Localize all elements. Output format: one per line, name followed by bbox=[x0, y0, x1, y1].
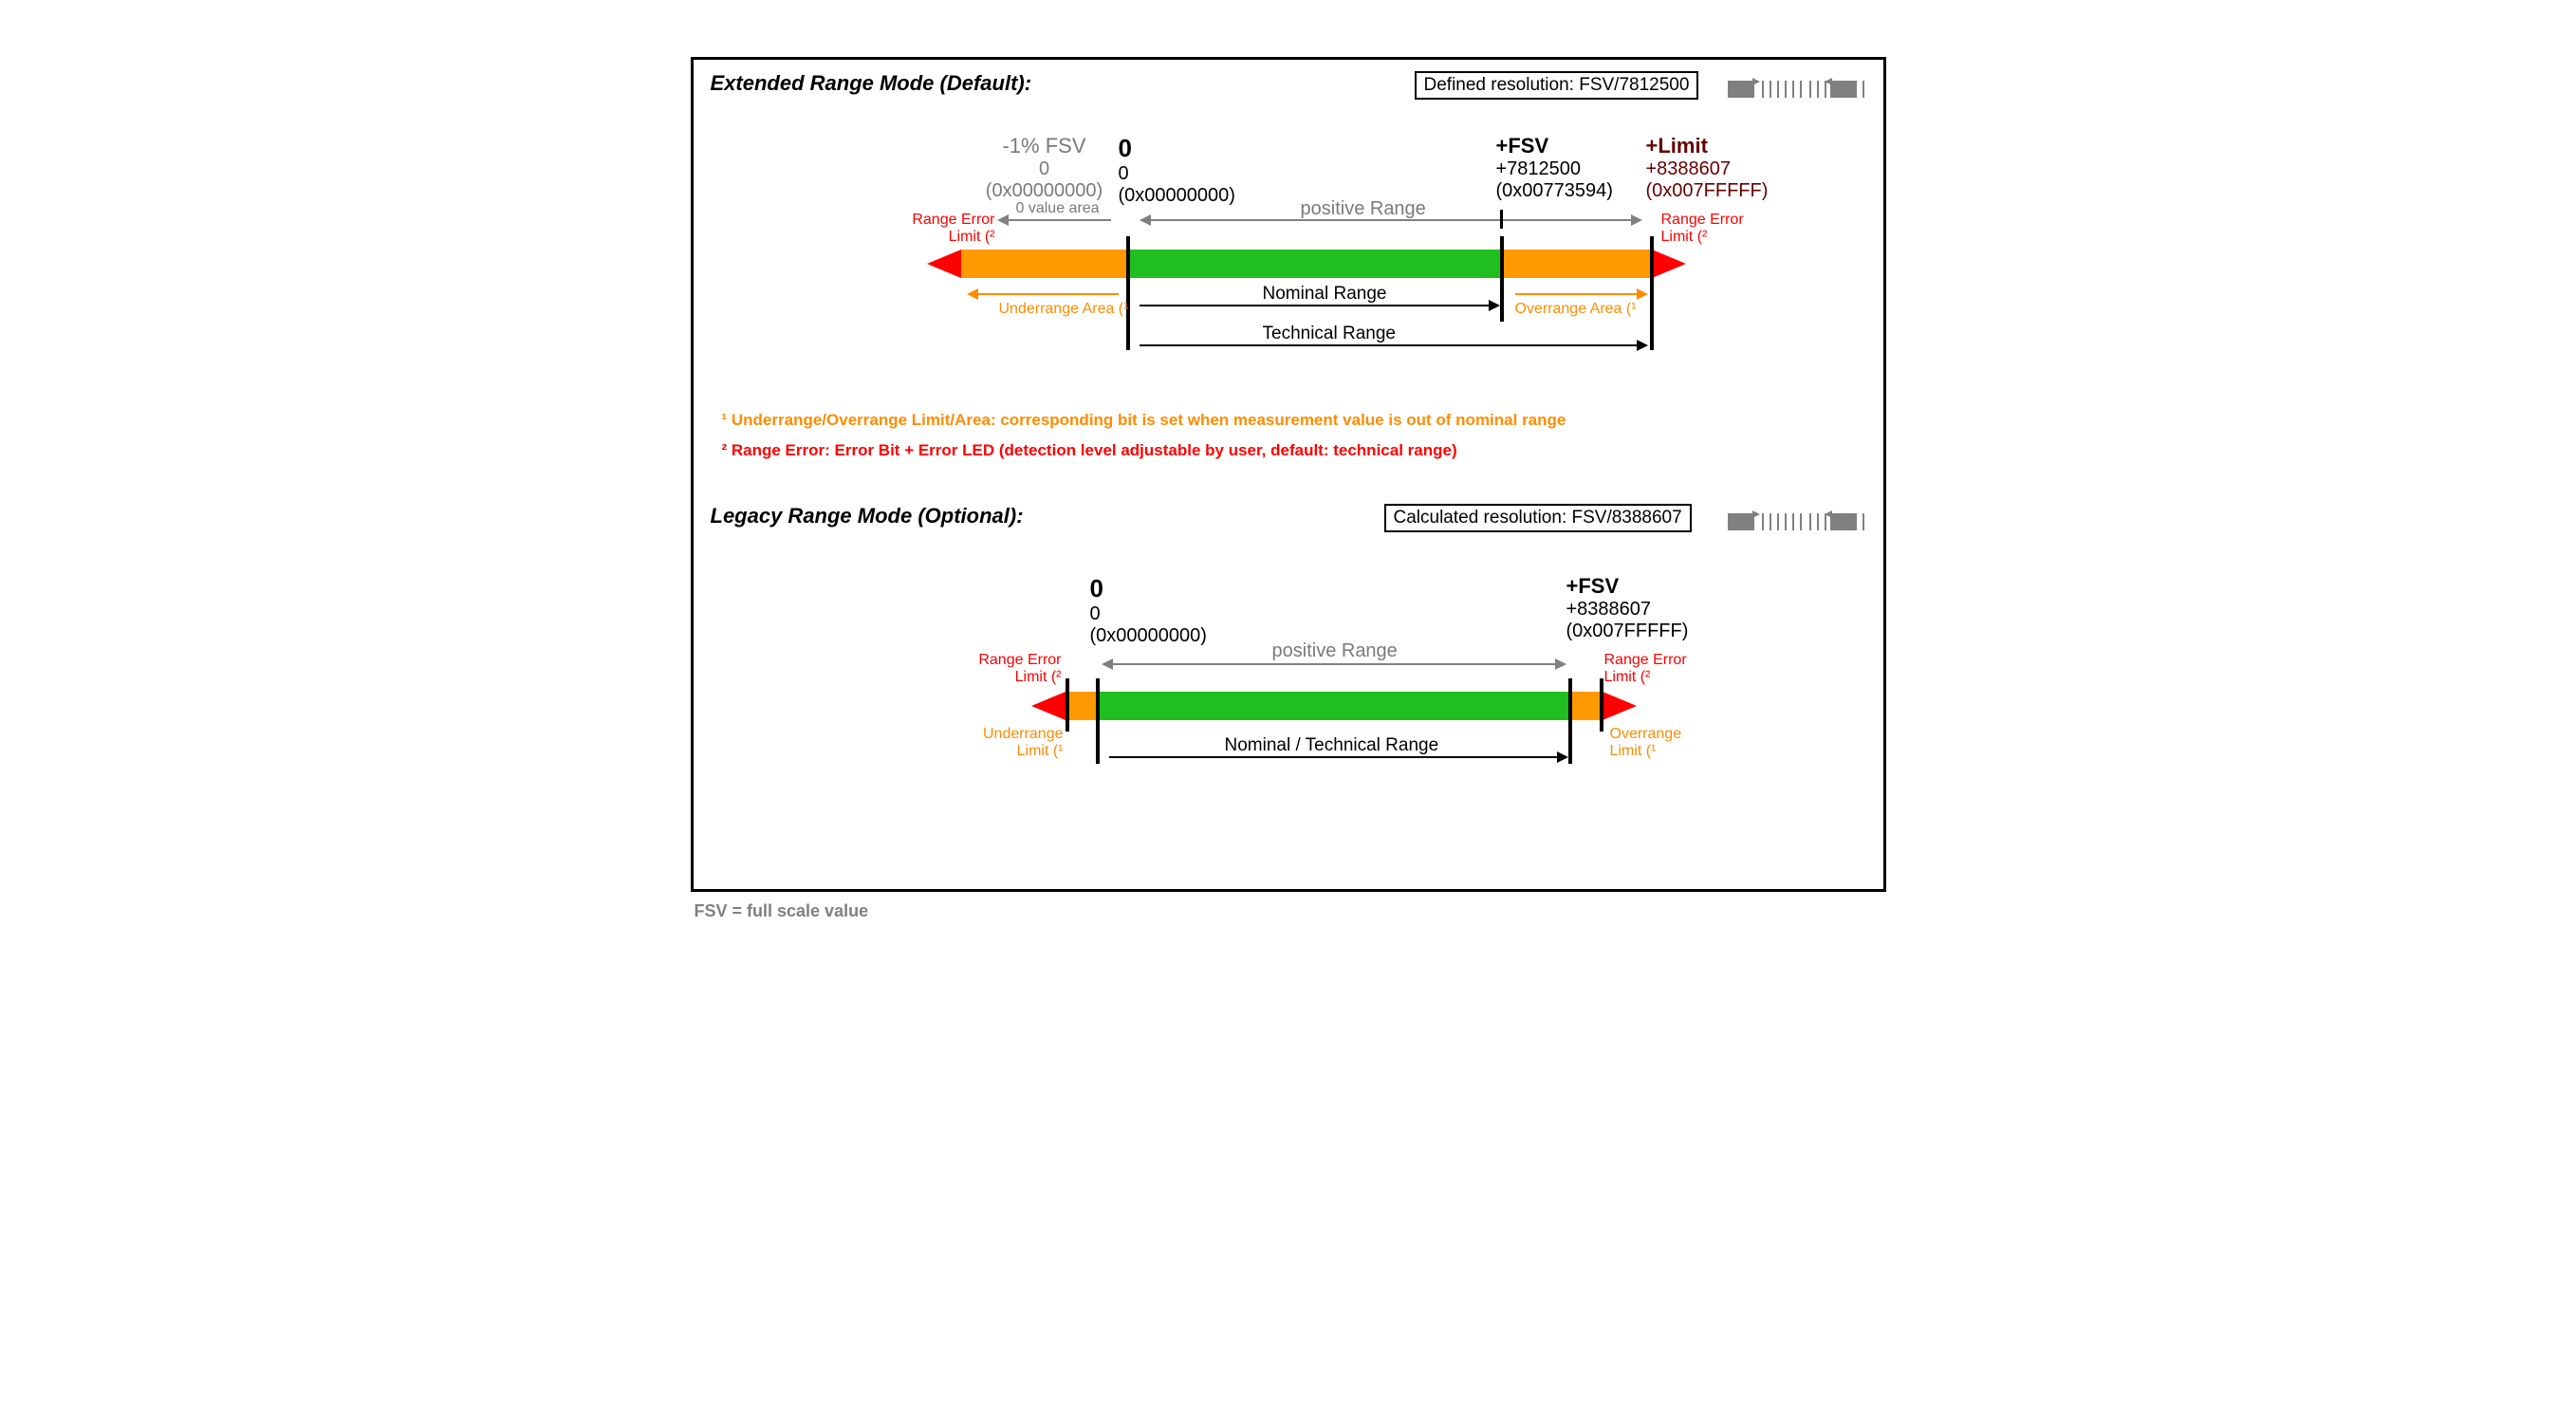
range-error-left-ext: Range Error Limit (² bbox=[900, 212, 995, 246]
tick-fsv-small bbox=[1500, 210, 1503, 229]
mark-zero: 0 0 (0x00000000) bbox=[1119, 134, 1280, 207]
range-error-left-legacy: Range Error Limit (² bbox=[967, 652, 1062, 686]
bar-right-red-ext bbox=[1652, 250, 1686, 278]
legacy-mark-zero: 0 0 (0x00000000) bbox=[1090, 574, 1251, 647]
positive-range-arrow-legacy bbox=[1111, 663, 1557, 665]
tick-zero-ext bbox=[1126, 236, 1130, 350]
tick-fsv-ext bbox=[1500, 236, 1504, 322]
overrange-arrow-ext bbox=[1515, 293, 1639, 295]
nominal-arrow-legacy bbox=[1109, 756, 1559, 758]
nominal-label-ext: Nominal Range bbox=[1263, 284, 1387, 305]
legacy-mark-fsv: +FSV +8388607 (0x007FFFFF) bbox=[1566, 574, 1728, 642]
underrange-label-ext: Underrange Area (¹ bbox=[999, 301, 1129, 318]
bar-right-red-legacy bbox=[1603, 692, 1637, 720]
mark-limit: +Limit +8388607 (0x007FFFFF) bbox=[1646, 134, 1807, 202]
fsv-caption: FSV = full scale value bbox=[695, 901, 869, 921]
diagram-frame: Extended Range Mode (Default): Defined r… bbox=[691, 57, 1886, 892]
nominal-label-legacy: Nominal / Technical Range bbox=[1225, 735, 1439, 756]
tick-fsv-legacy bbox=[1568, 678, 1572, 764]
tick-right-edge-legacy bbox=[1600, 678, 1603, 732]
bar-left-red-legacy bbox=[1031, 692, 1066, 720]
technical-arrow-ext bbox=[1140, 344, 1639, 346]
extended-mode-title: Extended Range Mode (Default): bbox=[711, 71, 1032, 96]
tick-left-edge-legacy bbox=[1066, 678, 1069, 732]
positive-range-label-ext: positive Range bbox=[1301, 198, 1426, 220]
footnote-1: ¹ Underrange/Overrange Limit/Area: corre… bbox=[722, 411, 1566, 430]
bar-right-orange-legacy bbox=[1570, 692, 1603, 720]
bar-left-red-ext bbox=[927, 250, 961, 278]
footnote-2: ² Range Error: Error Bit + Error LED (de… bbox=[722, 441, 1457, 460]
mark-neg1: -1% FSV 0 (0x00000000) bbox=[978, 134, 1111, 202]
bar-green-legacy bbox=[1098, 692, 1570, 720]
tick-zero-legacy bbox=[1096, 678, 1100, 764]
bar-under-orange-ext bbox=[961, 250, 1128, 278]
resolution-comb-legacy bbox=[1728, 506, 1870, 534]
nominal-arrow-ext bbox=[1140, 305, 1491, 306]
zero-value-arrow bbox=[1007, 219, 1111, 221]
resolution-comb-extended bbox=[1728, 73, 1870, 102]
underrange-arrow-ext bbox=[976, 293, 1119, 295]
zero-value-label: 0 value area bbox=[1016, 200, 1100, 217]
range-error-right-ext: Range Error Limit (² bbox=[1661, 212, 1744, 246]
technical-label-ext: Technical Range bbox=[1263, 324, 1396, 344]
extended-resolution-box: Defined resolution: FSV/7812500 bbox=[1415, 71, 1699, 100]
legacy-resolution-box: Calculated resolution: FSV/8388607 bbox=[1384, 504, 1692, 532]
underrange-label-legacy: Underrange Limit (¹ bbox=[974, 726, 1064, 760]
tick-limit-ext bbox=[1650, 236, 1654, 350]
legacy-mode-title: Legacy Range Mode (Optional): bbox=[711, 504, 1024, 528]
bar-left-orange-legacy bbox=[1066, 692, 1098, 720]
positive-range-label-legacy: positive Range bbox=[1272, 640, 1398, 662]
overrange-label-ext: Overrange Area (¹ bbox=[1515, 301, 1637, 318]
bar-over-orange-ext bbox=[1502, 250, 1652, 278]
overrange-label-legacy: Overrange Limit (¹ bbox=[1610, 726, 1682, 760]
mark-fsv: +FSV +7812500 (0x00773594) bbox=[1496, 134, 1658, 202]
bar-green-ext bbox=[1128, 250, 1502, 278]
range-error-right-legacy: Range Error Limit (² bbox=[1604, 652, 1687, 686]
